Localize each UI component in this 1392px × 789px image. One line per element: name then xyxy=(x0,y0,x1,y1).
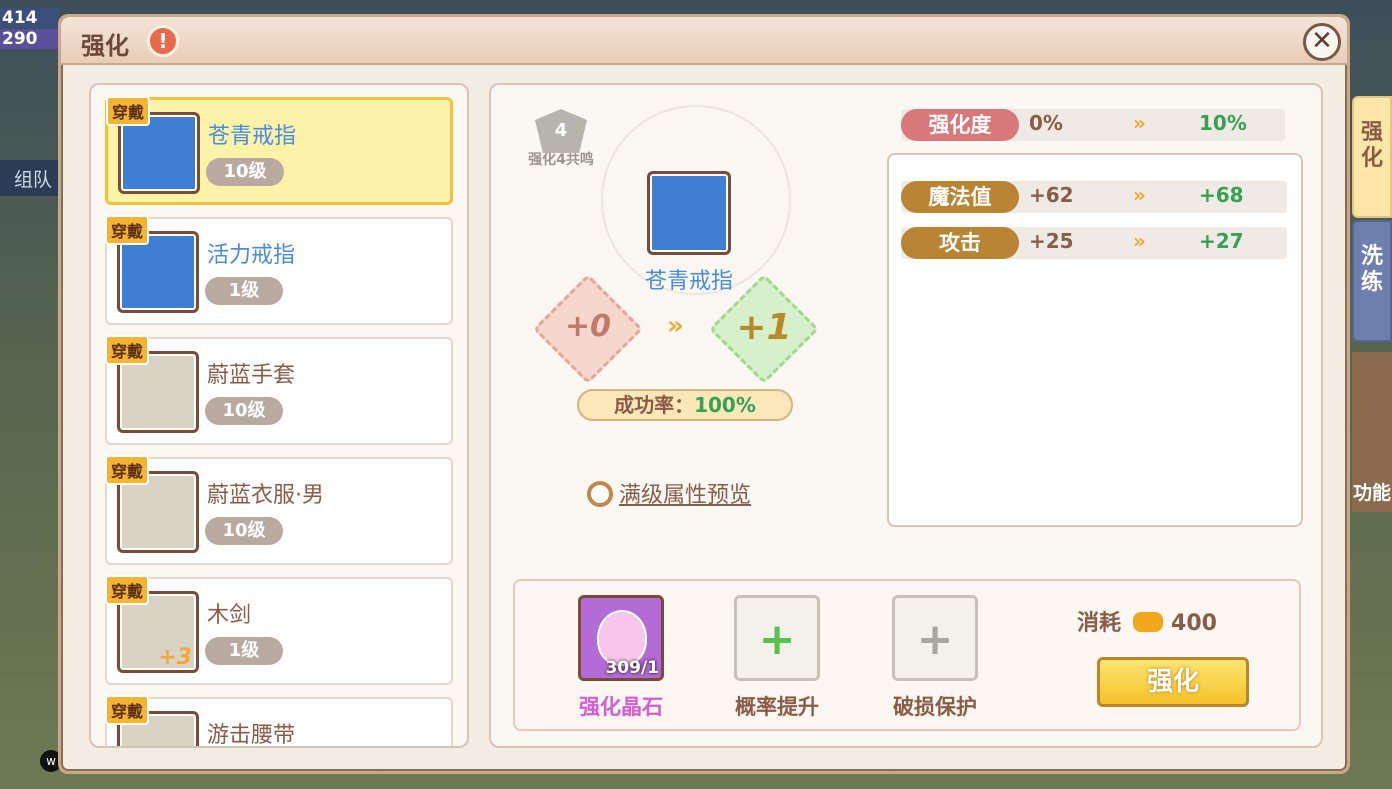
equipped-tag: 穿戴 xyxy=(105,455,150,485)
stat-to: +68 xyxy=(1199,183,1244,207)
stat-label: 强化度 xyxy=(901,109,1019,141)
stat-from: +25 xyxy=(1029,229,1074,253)
stat-from: +62 xyxy=(1029,183,1074,207)
stat-from: 0% xyxy=(1029,111,1063,135)
tab-enhance[interactable]: 强 化 xyxy=(1352,96,1392,218)
equipment-list[interactable]: 穿戴 苍青戒指 10级 穿戴 活力戒指 1级 穿戴 蔚蓝手套 10级 穿戴 蔚蓝… xyxy=(89,83,469,748)
materials-panel: 309/1 强化晶石 + 概率提升 + 破损保护 消耗 400 强化 xyxy=(513,579,1301,731)
enhance-panel: 强化 ! ✕ 穿戴 苍青戒指 10级 穿戴 活力戒指 1级 穿戴 蔚蓝手套 10… xyxy=(58,14,1350,774)
item-level: 10级 xyxy=(205,397,283,425)
function-tab[interactable]: 功能 xyxy=(1352,352,1392,512)
item-bonus: +3 xyxy=(158,645,192,670)
max-level-preview-link[interactable]: 满级属性预览 xyxy=(587,477,751,509)
cost-value: 400 xyxy=(1171,611,1217,636)
stat-to: +27 xyxy=(1199,229,1244,253)
info-icon[interactable]: ! xyxy=(147,25,179,57)
protect-slot[interactable]: + 破损保护 xyxy=(885,595,985,721)
success-rate-label: 成功率： xyxy=(614,393,695,417)
crystal-name: 强化晶石 xyxy=(579,695,663,719)
list-item[interactable]: 穿戴 蔚蓝手套 10级 xyxy=(105,335,453,445)
current-level: +0 xyxy=(564,309,611,344)
crystal-slot[interactable]: 309/1 强化晶石 xyxy=(571,595,671,721)
item-level: 1级 xyxy=(205,277,283,305)
equipped-tag: 穿戴 xyxy=(105,215,150,245)
cost: 消耗 400 xyxy=(1077,605,1217,637)
rate-up-name: 概率提升 xyxy=(735,695,819,719)
stat-label: 魔法值 xyxy=(901,181,1019,213)
shield-icon: 4 xyxy=(535,109,587,153)
success-rate: 成功率：100% xyxy=(577,389,793,421)
stat-to: 10% xyxy=(1199,111,1247,135)
list-item[interactable]: 穿戴 蔚蓝衣服·男 10级 xyxy=(105,455,453,565)
equipped-tag: 穿戴 xyxy=(106,96,151,126)
panel-header: 强化 ! ✕ xyxy=(61,17,1347,65)
function-tab-label: 功能 xyxy=(1352,482,1391,504)
item-name: 游击腰带 xyxy=(207,723,296,748)
panel-title: 强化 xyxy=(81,32,129,60)
item-name: 蔚蓝衣服·男 xyxy=(207,483,324,508)
tab-refine[interactable]: 洗 练 xyxy=(1352,220,1392,342)
crystal-icon: 309/1 xyxy=(578,595,664,681)
crystal-count: 309/1 xyxy=(605,658,659,678)
hud-bar-2: 290 xyxy=(0,29,58,49)
stat-label: 攻击 xyxy=(901,227,1019,259)
arrow-icon: » xyxy=(667,311,684,341)
add-slot[interactable]: + xyxy=(734,595,820,681)
enhance-detail: 4 强化4共鸣 苍青戒指 +0 +1 » 成功率：100% 满级属性预览 强化度… xyxy=(489,83,1323,748)
tab-enhance-label: 强 化 xyxy=(1360,120,1383,171)
item-name: 苍青戒指 xyxy=(208,124,297,149)
arrow-icon: » xyxy=(1133,183,1146,207)
protect-name: 破损保护 xyxy=(893,695,977,719)
enhance-degree-row: 强化度 0% » 10% xyxy=(901,109,1285,141)
item-level: 1级 xyxy=(205,637,283,665)
arrow-icon: » xyxy=(1133,111,1146,135)
hud-bar-1: 414 xyxy=(0,8,58,28)
equipped-tag: 穿戴 xyxy=(105,335,150,365)
item-level: 10级 xyxy=(206,158,284,186)
list-item[interactable]: 穿戴 苍青戒指 10级 xyxy=(105,96,453,205)
stat-row: 魔法值 +62 » +68 xyxy=(901,181,1287,213)
stat-row: 攻击 +25 » +27 xyxy=(901,227,1287,259)
hud-bars: 414 290 xyxy=(0,8,58,50)
add-slot[interactable]: + xyxy=(892,595,978,681)
tab-refine-label: 洗 练 xyxy=(1360,244,1383,295)
cost-label: 消耗 xyxy=(1077,611,1122,636)
team-button[interactable]: 组队 xyxy=(0,160,62,196)
list-item[interactable]: +3 穿戴 木剑 1级 xyxy=(105,575,453,685)
plus-icon: + xyxy=(758,614,796,665)
magnifier-icon xyxy=(587,481,613,507)
close-button[interactable]: ✕ xyxy=(1303,23,1341,61)
plus-icon: + xyxy=(916,614,954,665)
item-level: 10级 xyxy=(205,517,283,545)
equipped-tag: 穿戴 xyxy=(105,575,150,605)
item-name: 木剑 xyxy=(207,603,252,628)
next-level: +1 xyxy=(736,307,792,348)
item-name: 活力戒指 xyxy=(207,243,296,268)
resonance-badge[interactable]: 4 强化4共鸣 xyxy=(521,109,601,169)
success-rate-value: 100% xyxy=(694,393,756,417)
preview-link-label: 满级属性预览 xyxy=(619,483,752,508)
gold-icon xyxy=(1133,612,1164,632)
stats-panel: 魔法值 +62 » +68 攻击 +25 » +27 xyxy=(887,153,1303,527)
item-name: 蔚蓝手套 xyxy=(207,363,296,388)
equipped-tag: 穿戴 xyxy=(105,695,150,725)
ring-icon xyxy=(647,171,731,255)
list-item[interactable]: 穿戴 游击腰带 xyxy=(105,695,453,748)
rate-up-slot[interactable]: + 概率提升 xyxy=(727,595,827,721)
arrow-icon: » xyxy=(1133,229,1146,253)
list-item[interactable]: 穿戴 活力戒指 1级 xyxy=(105,215,453,325)
enhance-button[interactable]: 强化 xyxy=(1097,657,1249,707)
